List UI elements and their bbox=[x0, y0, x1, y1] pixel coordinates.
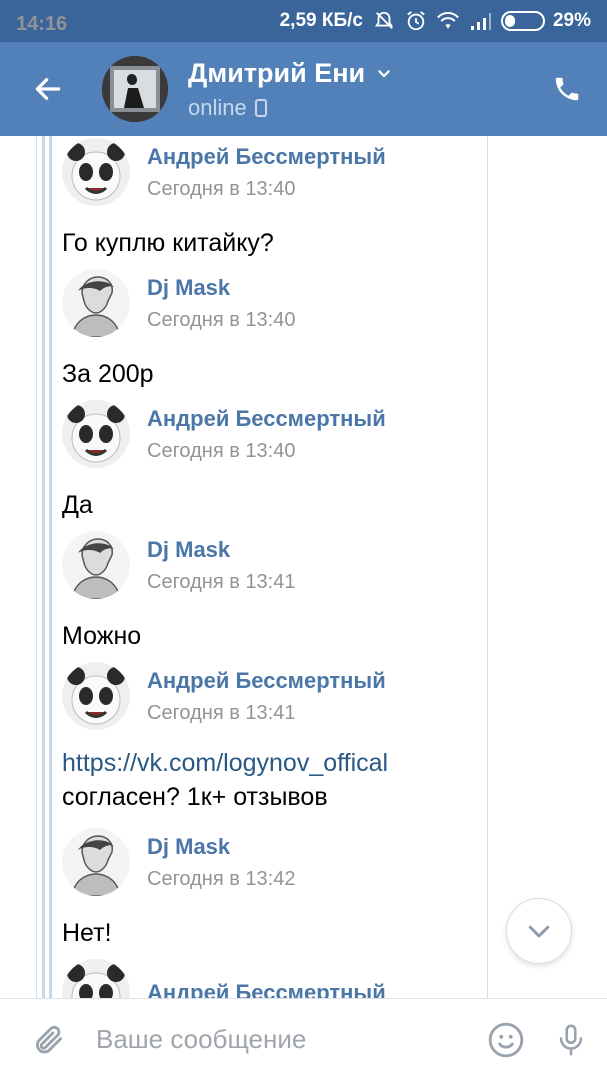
wifi-icon bbox=[437, 10, 459, 32]
message-header: Dj Mask Сегодня в 13:42 bbox=[62, 828, 295, 896]
panda-avatar[interactable] bbox=[62, 138, 130, 206]
message-link[interactable]: https://vk.com/logynov_offical bbox=[62, 746, 388, 780]
message-header: Андрей Бессмертный bbox=[62, 959, 386, 998]
panda-avatar[interactable] bbox=[62, 400, 130, 468]
sender-name[interactable]: Андрей Бессмертный bbox=[147, 667, 386, 695]
message-time: Сегодня в 13:41 bbox=[147, 571, 296, 593]
message-input[interactable] bbox=[96, 1009, 477, 1070]
message-list[interactable]: Андрей Бессмертный Сегодня в 13:40 Го ку… bbox=[0, 136, 607, 998]
forwarded-message: Андрей Бессмертный Сегодня в 13:41 https… bbox=[62, 662, 388, 814]
forwarded-message: Андрей Бессмертный Сегодня в 13:40 Да bbox=[62, 400, 386, 522]
message-meta: Андрей Бессмертный bbox=[147, 979, 386, 998]
status-time: 14:16 bbox=[16, 13, 68, 35]
panda-avatar[interactable] bbox=[62, 662, 130, 730]
message-text: Можно bbox=[62, 622, 142, 650]
message-header: Dj Mask Сегодня в 13:41 bbox=[62, 531, 295, 599]
back-button[interactable] bbox=[0, 42, 96, 136]
chevron-down-icon bbox=[378, 69, 391, 78]
phone-icon bbox=[555, 77, 579, 101]
message-time: Сегодня в 13:40 bbox=[147, 178, 296, 200]
chat-title-block[interactable]: Дмитрий Ени online bbox=[188, 58, 393, 121]
battery-indicator: 29% bbox=[500, 10, 591, 32]
sender-name[interactable]: Dj Mask bbox=[147, 536, 295, 564]
status-right: 2,59 КБ/с 29% bbox=[280, 10, 591, 32]
chat-header: Дмитрий Ени online bbox=[0, 42, 607, 136]
message-time: Сегодня в 13:41 bbox=[147, 702, 296, 724]
sketch-avatar[interactable] bbox=[62, 828, 130, 896]
online-status: online bbox=[188, 94, 247, 120]
message-body: https://vk.com/logynov_offical согласен?… bbox=[62, 746, 388, 814]
sender-name[interactable]: Андрей Бессмертный bbox=[147, 979, 386, 998]
message-header: Dj Mask Сегодня в 13:40 bbox=[62, 269, 295, 337]
message-composer bbox=[0, 998, 607, 1080]
attach-button[interactable] bbox=[0, 999, 96, 1080]
forward-indicator-line bbox=[42, 136, 45, 998]
scroll-to-bottom-button[interactable] bbox=[506, 898, 572, 964]
microphone-icon bbox=[559, 1024, 583, 1055]
forwarded-message: Dj Mask Сегодня в 13:40 За 200р bbox=[62, 269, 295, 391]
forwarded-message: Андрей Бессмертный bbox=[62, 959, 386, 998]
message-header: Андрей Бессмертный Сегодня в 13:40 bbox=[62, 138, 386, 206]
sender-name[interactable]: Андрей Бессмертный bbox=[147, 405, 386, 433]
message-meta: Dj Mask Сегодня в 13:42 bbox=[147, 833, 295, 891]
sender-name[interactable]: Dj Mask bbox=[147, 833, 295, 861]
message-meta: Андрей Бессмертный Сегодня в 13:41 bbox=[147, 667, 386, 725]
mute-icon bbox=[373, 10, 395, 32]
message-meta: Dj Mask Сегодня в 13:41 bbox=[147, 536, 295, 594]
arrow-left-icon bbox=[35, 78, 61, 100]
chat-title-text: Дмитрий Ени bbox=[188, 57, 366, 88]
message-meta: Dj Mask Сегодня в 13:40 bbox=[147, 274, 295, 332]
network-speed: 2,59 КБ/с bbox=[279, 10, 363, 31]
forwarded-message: Dj Mask Сегодня в 13:42 Нет! bbox=[62, 828, 295, 950]
message-header: Андрей Бессмертный Сегодня в 13:41 bbox=[62, 662, 388, 730]
call-button[interactable] bbox=[527, 42, 607, 136]
sender-name[interactable]: Dj Mask bbox=[147, 274, 295, 302]
forwarded-message: Dj Mask Сегодня в 13:41 Можно bbox=[62, 531, 295, 653]
forward-indicator-line bbox=[49, 136, 52, 998]
battery-icon bbox=[500, 11, 545, 31]
chat-status: online bbox=[188, 95, 393, 121]
message-time: Сегодня в 13:40 bbox=[147, 440, 296, 462]
forwarded-message: Андрей Бессмертный Сегодня в 13:40 Го ку… bbox=[62, 138, 386, 260]
message-text: Да bbox=[62, 491, 93, 519]
message-text: Го куплю китайку? bbox=[62, 229, 274, 257]
mobile-icon bbox=[254, 98, 267, 117]
message-text: Нет! bbox=[62, 919, 112, 947]
chat-avatar[interactable] bbox=[102, 56, 168, 122]
sketch-avatar[interactable] bbox=[62, 531, 130, 599]
alarm-icon bbox=[405, 10, 427, 32]
chat-title[interactable]: Дмитрий Ени bbox=[188, 58, 393, 89]
panda-avatar[interactable] bbox=[62, 959, 130, 998]
message-text: За 200р bbox=[62, 360, 154, 388]
message-time: Сегодня в 13:42 bbox=[147, 868, 296, 890]
sketch-avatar[interactable] bbox=[62, 269, 130, 337]
emoji-button[interactable] bbox=[477, 999, 535, 1080]
signal-icon bbox=[469, 10, 491, 32]
message-meta: Андрей Бессмертный Сегодня в 13:40 bbox=[147, 143, 386, 201]
battery-percent: 29% bbox=[552, 10, 591, 31]
status-bar: 14:16 2,59 КБ/с 29% bbox=[0, 0, 607, 42]
paperclip-icon bbox=[35, 1025, 63, 1053]
voice-message-button[interactable] bbox=[535, 999, 607, 1080]
message-meta: Андрей Бессмертный Сегодня в 13:40 bbox=[147, 405, 386, 463]
chevron-down-icon bbox=[528, 925, 550, 938]
message-header: Андрей Бессмертный Сегодня в 13:40 bbox=[62, 400, 386, 468]
sender-name[interactable]: Андрей Бессмертный bbox=[147, 143, 386, 171]
smile-icon bbox=[488, 1022, 524, 1057]
message-time: Сегодня в 13:40 bbox=[147, 309, 296, 331]
message-text: согласен? 1к+ отзывов bbox=[62, 783, 328, 811]
